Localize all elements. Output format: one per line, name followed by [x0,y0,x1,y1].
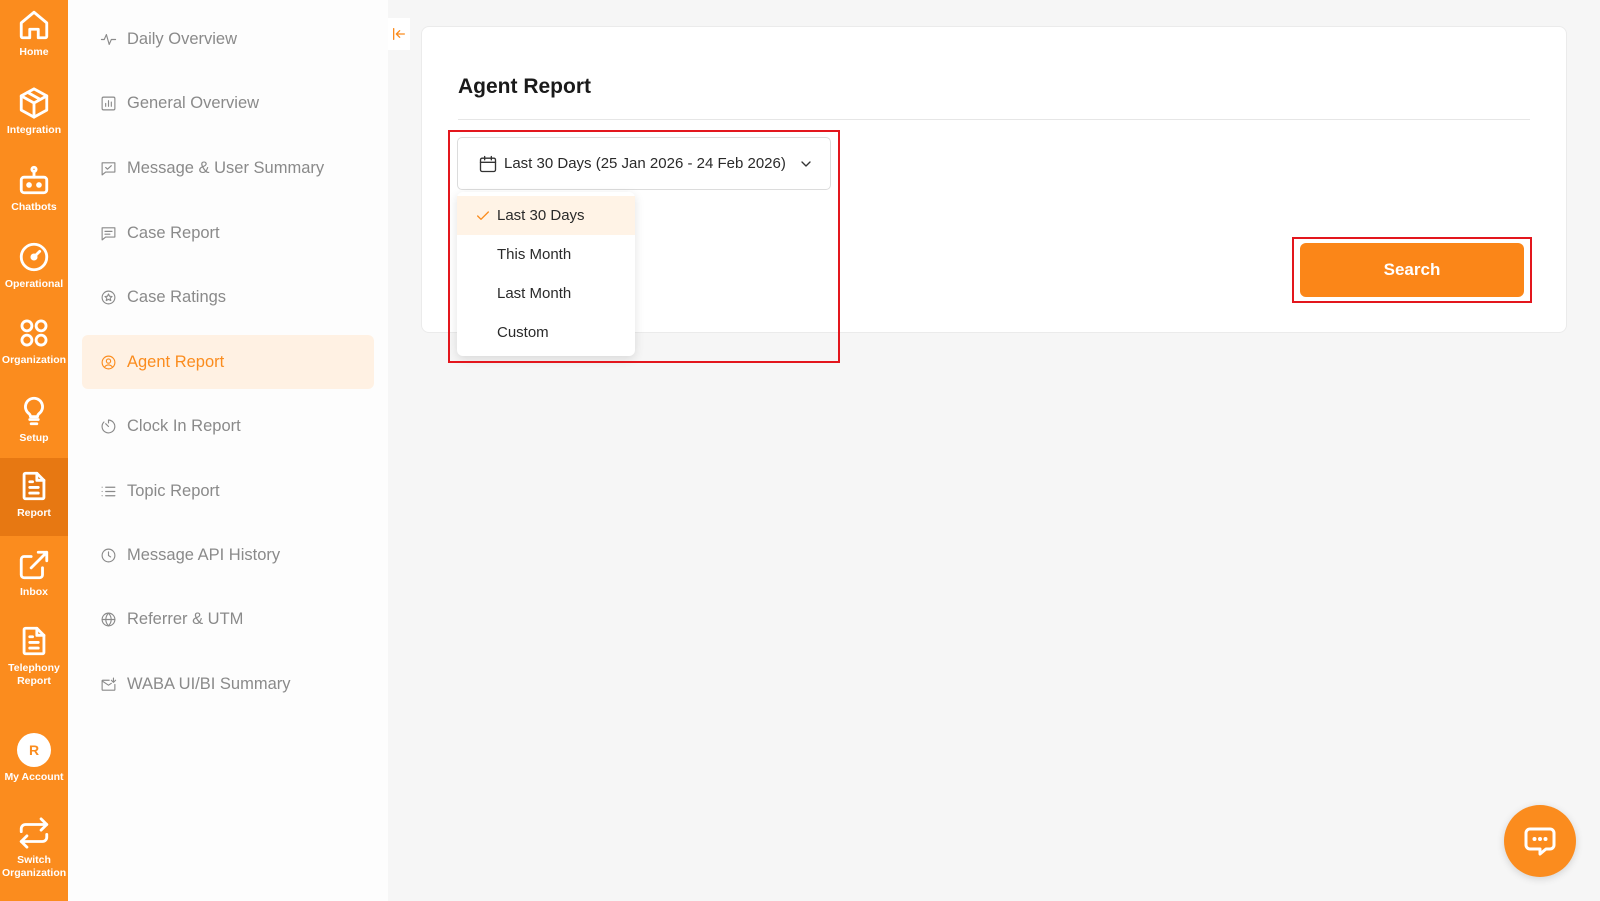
rail-item-integration[interactable]: Integration [0,86,68,150]
chat-support-button[interactable] [1504,805,1576,877]
message-check-icon [101,161,116,175]
home-icon [19,10,49,40]
sidebar-item-label: Daily Overview [127,29,238,48]
divider [458,119,1530,120]
sidebar-item-case-ratings[interactable]: Case Ratings [82,270,374,324]
collapse-left-icon [393,28,405,40]
sidebar-item-topic-report[interactable]: Topic Report [82,464,374,518]
sidebar-item-label: WABA UI/BI Summary [127,674,291,693]
main-nav-rail: Home Integration Chatbots Operational Or… [0,0,68,901]
report-sidebar: Daily Overview General Overview Message … [68,0,388,901]
sidebar-item-label: Topic Report [127,481,220,500]
rail-label: Setup [19,432,49,444]
grid-circles-icon [20,319,48,347]
rail-label: Chatbots [11,201,57,213]
globe-icon [101,612,116,626]
rail-label: Telephony Report [8,662,60,687]
rail-label: Switch Organization [2,854,67,879]
sidebar-item-waba-summary[interactable]: WABA UI/BI Summary [82,657,374,711]
robot-icon [19,165,49,195]
rail-label: Home [19,46,49,58]
sidebar-item-label: General Overview [127,93,260,112]
swap-icon [19,817,49,849]
rail-label: Inbox [20,586,48,598]
lightbulb-icon [24,396,44,426]
rail-item-organization[interactable]: Organization [0,316,68,380]
rail-item-home[interactable]: Home [0,8,68,74]
rail-item-switch-organization[interactable]: Switch Organization [0,816,68,896]
page-title: Agent Report [458,75,591,98]
rail-item-telephony-report[interactable]: Telephony Report [0,624,68,704]
sidebar-item-label: Clock In Report [127,416,241,435]
external-link-icon [19,550,49,580]
list-icon [101,486,116,496]
bar-chart-icon [101,96,116,110]
rail-item-chatbots[interactable]: Chatbots [0,163,68,227]
document-icon [22,471,46,501]
package-icon [19,87,49,119]
sidebar-item-agent-report[interactable]: Agent Report [82,335,374,389]
highlight-box-date-range [448,130,840,363]
rail-label: My Account [4,771,64,783]
sidebar-item-label: Agent Report [127,352,225,371]
sidebar-item-label: Message & User Summary [127,158,325,177]
sidebar-item-referrer-utm[interactable]: Referrer & UTM [82,592,374,646]
sidebar-item-label: Case Ratings [127,287,227,306]
star-circle-icon [101,290,116,304]
rail-label: Report [17,507,51,519]
sidebar-item-general-overview[interactable]: General Overview [82,76,374,130]
sidebar-item-label: Referrer & UTM [127,609,244,628]
sidebar-item-clock-in-report[interactable]: Clock In Report [82,399,374,453]
avatar: R [17,733,51,767]
user-circle-icon [101,355,116,369]
rail-item-inbox[interactable]: Inbox [0,548,68,612]
sidebar-item-label: Case Report [127,223,220,242]
collapse-sidebar-button[interactable] [388,18,410,50]
rail-label: Integration [6,124,62,136]
sidebar-item-message-user-summary[interactable]: Message & User Summary [82,141,374,195]
rail-item-operational[interactable]: Operational [0,240,68,304]
sidebar-item-case-report[interactable]: Case Report [82,206,374,260]
mail-in-icon [101,677,117,691]
clock-icon [101,548,116,562]
sidebar-item-message-api-history[interactable]: Message API History [82,528,374,582]
rail-item-report[interactable]: Report [0,458,68,536]
sidebar-item-daily-overview[interactable]: Daily Overview [82,12,374,66]
gauge-icon [19,242,49,272]
document-icon [22,626,46,656]
sidebar-item-label: Message API History [127,545,281,564]
pulse-icon [100,33,117,45]
timer-icon [101,419,116,433]
rail-label: Operational [4,278,64,290]
rail-item-my-account[interactable]: R My Account [0,733,68,797]
rail-item-setup[interactable]: Setup [0,394,68,458]
rail-label: Organization [1,354,67,366]
message-lines-icon [101,226,116,240]
highlight-box-search [1292,237,1532,303]
chat-bubble-icon [1524,827,1556,856]
